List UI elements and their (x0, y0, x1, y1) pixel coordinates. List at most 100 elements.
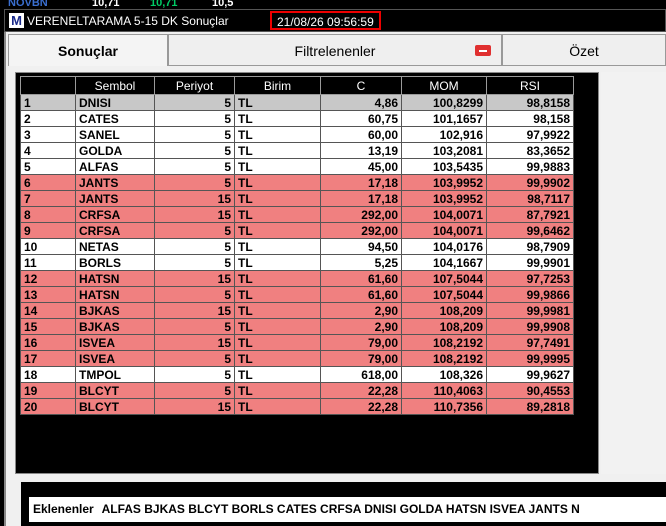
cell-sembol: BLCYT (75, 382, 155, 399)
cell-periyot: 5 (154, 174, 235, 191)
cell-birim: TL (234, 110, 321, 127)
row-index: 9 (20, 222, 76, 239)
cell-sembol: DNISI (75, 94, 155, 111)
column-header-c[interactable]: C (320, 76, 402, 95)
cell-sembol: JANTS (75, 174, 155, 191)
cell-periyot: 5 (154, 94, 235, 111)
window-titlebar[interactable]: M VERENELTARAMA 5-15 DK Sonuçlar 21/08/2… (4, 9, 666, 32)
cell-periyot: 15 (154, 270, 235, 287)
table-row[interactable]: 15 BJKAS 5 TL 2,90 108,209 99,9908 (20, 318, 574, 335)
table-row[interactable]: 7 JANTS 15 TL 17,18 103,9952 98,7117 (20, 190, 574, 207)
table-row[interactable]: 10 NETAS 5 TL 94,50 104,0176 98,7909 (20, 238, 574, 255)
cell-sembol: HATSN (75, 286, 155, 303)
cell-periyot: 5 (154, 158, 235, 175)
side-empty-area (601, 72, 666, 474)
cell-periyot: 5 (154, 142, 235, 159)
table-row[interactable]: 12 HATSN 15 TL 61,60 107,5044 97,7253 (20, 270, 574, 287)
tab-sonuclar[interactable]: Sonuçlar (8, 34, 168, 66)
table-row[interactable]: 8 CRFSA 15 TL 292,00 104,0071 87,7921 (20, 206, 574, 223)
table-row[interactable]: 19 BLCYT 5 TL 22,28 110,4063 90,4553 (20, 382, 574, 399)
cell-sembol: BJKAS (75, 318, 155, 335)
column-header-birim[interactable]: Birim (234, 76, 321, 95)
cell-birim: TL (234, 398, 321, 415)
table-row[interactable]: 20 BLCYT 15 TL 22,28 110,7356 89,2818 (20, 398, 574, 415)
tab-ozet[interactable]: Özet (502, 34, 666, 66)
column-header-mom[interactable]: MOM (401, 76, 487, 95)
column-header-index[interactable] (20, 76, 76, 95)
cell-mom: 108,2192 (401, 350, 487, 367)
cell-periyot: 5 (154, 286, 235, 303)
minus-badge-icon[interactable] (475, 45, 491, 56)
cell-c: 79,00 (320, 350, 402, 367)
cell-birim: TL (234, 206, 321, 223)
cell-sembol: HATSN (75, 270, 155, 287)
cell-periyot: 15 (154, 190, 235, 207)
window-title: VERENELTARAMA 5-15 DK Sonuçlar (27, 14, 229, 28)
row-index: 4 (20, 142, 76, 159)
results-table: Sembol Periyot Birim C MOM RSI 1 DNISI 5 TL… (20, 76, 574, 415)
cell-mom: 108,326 (401, 366, 487, 383)
table-row[interactable]: 17 ISVEA 5 TL 79,00 108,2192 99,9995 (20, 350, 574, 367)
cell-birim: TL (234, 270, 321, 287)
cell-birim: TL (234, 94, 321, 111)
cell-sembol: ISVEA (75, 334, 155, 351)
cell-sembol: TMPOL (75, 366, 155, 383)
table-row[interactable]: 18 TMPOL 5 TL 618,00 108,326 99,9627 (20, 366, 574, 383)
cell-mom: 102,916 (401, 126, 487, 143)
row-index: 1 (20, 94, 76, 111)
cell-birim: TL (234, 126, 321, 143)
table-row[interactable]: 5 ALFAS 5 TL 45,00 103,5435 99,9883 (20, 158, 574, 175)
cell-c: 292,00 (320, 206, 402, 223)
row-index: 12 (20, 270, 76, 287)
cell-mom: 101,1657 (401, 110, 487, 127)
table-row[interactable]: 1 DNISI 5 TL 4,86 100,8299 98,8158 (20, 94, 574, 111)
column-header-periyot[interactable]: Periyot (154, 76, 235, 95)
table-row[interactable]: 3 SANEL 5 TL 60,00 102,916 97,9922 (20, 126, 574, 143)
table-row[interactable]: 6 JANTS 5 TL 17,18 103,9952 99,9902 (20, 174, 574, 191)
row-index: 11 (20, 254, 76, 271)
cell-rsi: 99,9883 (486, 158, 574, 175)
table-row[interactable]: 2 CATES 5 TL 60,75 101,1657 98,158 (20, 110, 574, 127)
cell-birim: TL (234, 222, 321, 239)
cell-mom: 110,7356 (401, 398, 487, 415)
cell-sembol: CRFSA (75, 222, 155, 239)
table-row[interactable]: 9 CRFSA 5 TL 292,00 104,0071 99,6462 (20, 222, 574, 239)
cell-mom: 107,5044 (401, 286, 487, 303)
table-row[interactable]: 4 GOLDA 5 TL 13,19 103,2081 83,3652 (20, 142, 574, 159)
row-index: 3 (20, 126, 76, 143)
cell-c: 4,86 (320, 94, 402, 111)
cell-c: 60,75 (320, 110, 402, 127)
row-index: 5 (20, 158, 76, 175)
cell-c: 45,00 (320, 158, 402, 175)
cell-c: 79,00 (320, 334, 402, 351)
row-index: 19 (20, 382, 76, 399)
app-logo-icon: M (9, 13, 24, 28)
cell-periyot: 5 (154, 350, 235, 367)
tab-label: Özet (569, 43, 599, 59)
cell-birim: TL (234, 174, 321, 191)
added-symbols-ticker: Eklenenler ALFAS BJKAS BLCYT BORLS CATES… (29, 497, 666, 522)
cell-rsi: 99,9901 (486, 254, 574, 271)
cell-rsi: 90,4553 (486, 382, 574, 399)
cell-c: 60,00 (320, 126, 402, 143)
cell-c: 618,00 (320, 366, 402, 383)
cell-birim: TL (234, 286, 321, 303)
table-row[interactable]: 11 BORLS 5 TL 5,25 104,1667 99,9901 (20, 254, 574, 271)
column-header-rsi[interactable]: RSI (486, 76, 574, 95)
cell-rsi: 99,9908 (486, 318, 574, 335)
tab-label: Sonuçlar (58, 43, 118, 59)
cell-c: 17,18 (320, 190, 402, 207)
table-row[interactable]: 16 ISVEA 15 TL 79,00 108,2192 97,7491 (20, 334, 574, 351)
cell-rsi: 89,2818 (486, 398, 574, 415)
tab-filtrelenenler[interactable]: Filtrelenenler (168, 34, 502, 66)
cell-c: 13,19 (320, 142, 402, 159)
column-header-sembol[interactable]: Sembol (75, 76, 155, 95)
cell-birim: TL (234, 350, 321, 367)
cell-c: 61,60 (320, 286, 402, 303)
cell-rsi: 99,9995 (486, 350, 574, 367)
scan-timestamp: 21/08/26 09:56:59 (270, 11, 381, 30)
table-row[interactable]: 14 BJKAS 15 TL 2,90 108,209 99,9981 (20, 302, 574, 319)
cell-sembol: ALFAS (75, 158, 155, 175)
cell-c: 5,25 (320, 254, 402, 271)
table-row[interactable]: 13 HATSN 5 TL 61,60 107,5044 99,9866 (20, 286, 574, 303)
